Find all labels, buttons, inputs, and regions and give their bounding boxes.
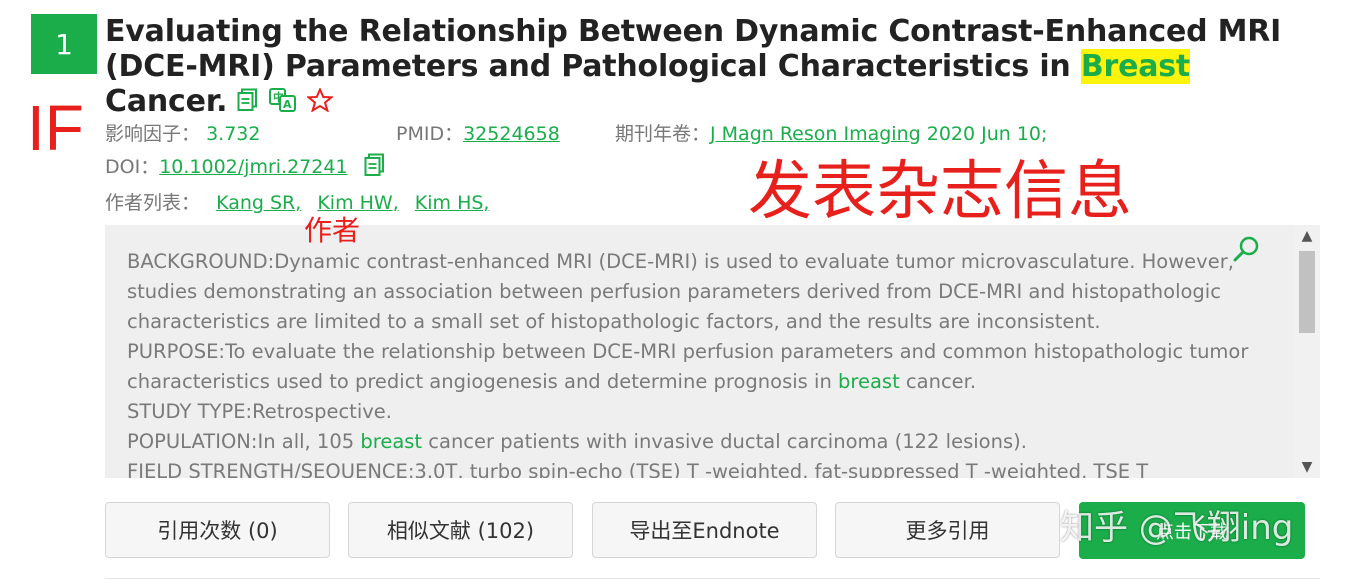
journal-row: 期刊年卷：J Magn Reson Imaging 2020 Jun 10;	[615, 119, 1047, 146]
author-link[interactable]: Kim HS,	[415, 192, 490, 214]
translate-icon[interactable]: 中A	[269, 85, 297, 120]
abstract-text-span: cancer patients with invasive ductal car…	[422, 430, 1027, 453]
doi-label: DOI：	[105, 156, 160, 178]
result-index-badge: 1	[31, 14, 97, 74]
annotation-impact-factor: IF	[27, 92, 84, 164]
abstract-purpose: PURPOSE:To evaluate the relationship bet…	[127, 337, 1277, 397]
similar-articles-button[interactable]: 相似文献 (102)	[348, 502, 573, 558]
abstract-scrollbar[interactable]: ▲ ▼	[1294, 225, 1320, 478]
doi-row: DOI：10.1002/jmri.27241	[105, 152, 386, 182]
more-citations-button[interactable]: 更多引用	[835, 502, 1060, 558]
scroll-thumb[interactable]	[1299, 251, 1315, 333]
pmid-label: PMID：	[396, 123, 464, 145]
scroll-down-icon[interactable]: ▼	[1294, 456, 1320, 478]
export-endnote-button[interactable]: 导出至Endnote	[592, 502, 817, 558]
journal-date: 2020 Jun 10;	[920, 123, 1048, 145]
abstract-text-span: cancer.	[899, 370, 977, 393]
abstract-study-type: STUDY TYPE:Retrospective.	[127, 400, 392, 423]
author-link[interactable]: Kang SR,	[216, 192, 301, 214]
authors-label: 作者列表：	[105, 192, 201, 214]
cite-count-button[interactable]: 引用次数 (0)	[105, 502, 330, 558]
journal-label: 期刊年卷：	[615, 123, 711, 145]
article-title[interactable]: Evaluating the Relationship Between Dyna…	[105, 14, 1285, 120]
title-keyword-highlight: Breast	[1080, 49, 1191, 84]
abstract-population: POPULATION:In all, 105 breast cancer pat…	[127, 427, 1277, 457]
authors-row: 作者列表： Kang SR, Kim HW, Kim HS,	[105, 188, 489, 215]
zoom-search-icon[interactable]	[1232, 235, 1260, 267]
author-link[interactable]: Kim HW,	[317, 192, 398, 214]
star-favorite-icon[interactable]	[306, 85, 335, 120]
title-text-end: Cancer.	[105, 84, 228, 119]
scroll-up-icon[interactable]: ▲	[1294, 225, 1320, 247]
divider	[105, 578, 1320, 579]
svg-text:A: A	[283, 98, 292, 111]
annotation-journal-info: 发表杂志信息	[748, 155, 1132, 229]
annotation-author: 作者	[304, 214, 361, 247]
impact-factor-value: 3.732	[206, 123, 261, 145]
abstract-panel[interactable]: BACKGROUND:Dynamic contrast-enhanced MRI…	[105, 225, 1320, 478]
pmid-row: PMID：32524658	[396, 119, 560, 146]
abstract-field-strength: FIELD STRENGTH/SEQUENCE:3.0T, turbo spin…	[127, 460, 1149, 478]
abstract-text-span: POPULATION:In all, 105	[127, 430, 361, 453]
abstract-text: BACKGROUND:Dynamic contrast-enhanced MRI…	[127, 247, 1277, 478]
doi-link[interactable]: 10.1002/jmri.27241	[159, 156, 347, 178]
doi-copy-icon[interactable]	[364, 153, 386, 182]
copy-icon[interactable]	[237, 85, 259, 120]
abstract-background: BACKGROUND:Dynamic contrast-enhanced MRI…	[127, 250, 1234, 333]
impact-factor-row: 影响因子： 3.732	[105, 119, 260, 146]
abstract-text-span: PURPOSE:To evaluate the relationship bet…	[127, 340, 1249, 393]
abstract-keyword: breast	[360, 430, 423, 453]
abstract-keyword: breast	[838, 370, 900, 393]
pmid-link[interactable]: 32524658	[463, 123, 560, 145]
download-button[interactable]: 点击下载	[1079, 502, 1305, 559]
impact-factor-label: 影响因子：	[105, 123, 201, 145]
journal-link[interactable]: J Magn Reson Imaging	[710, 123, 921, 145]
